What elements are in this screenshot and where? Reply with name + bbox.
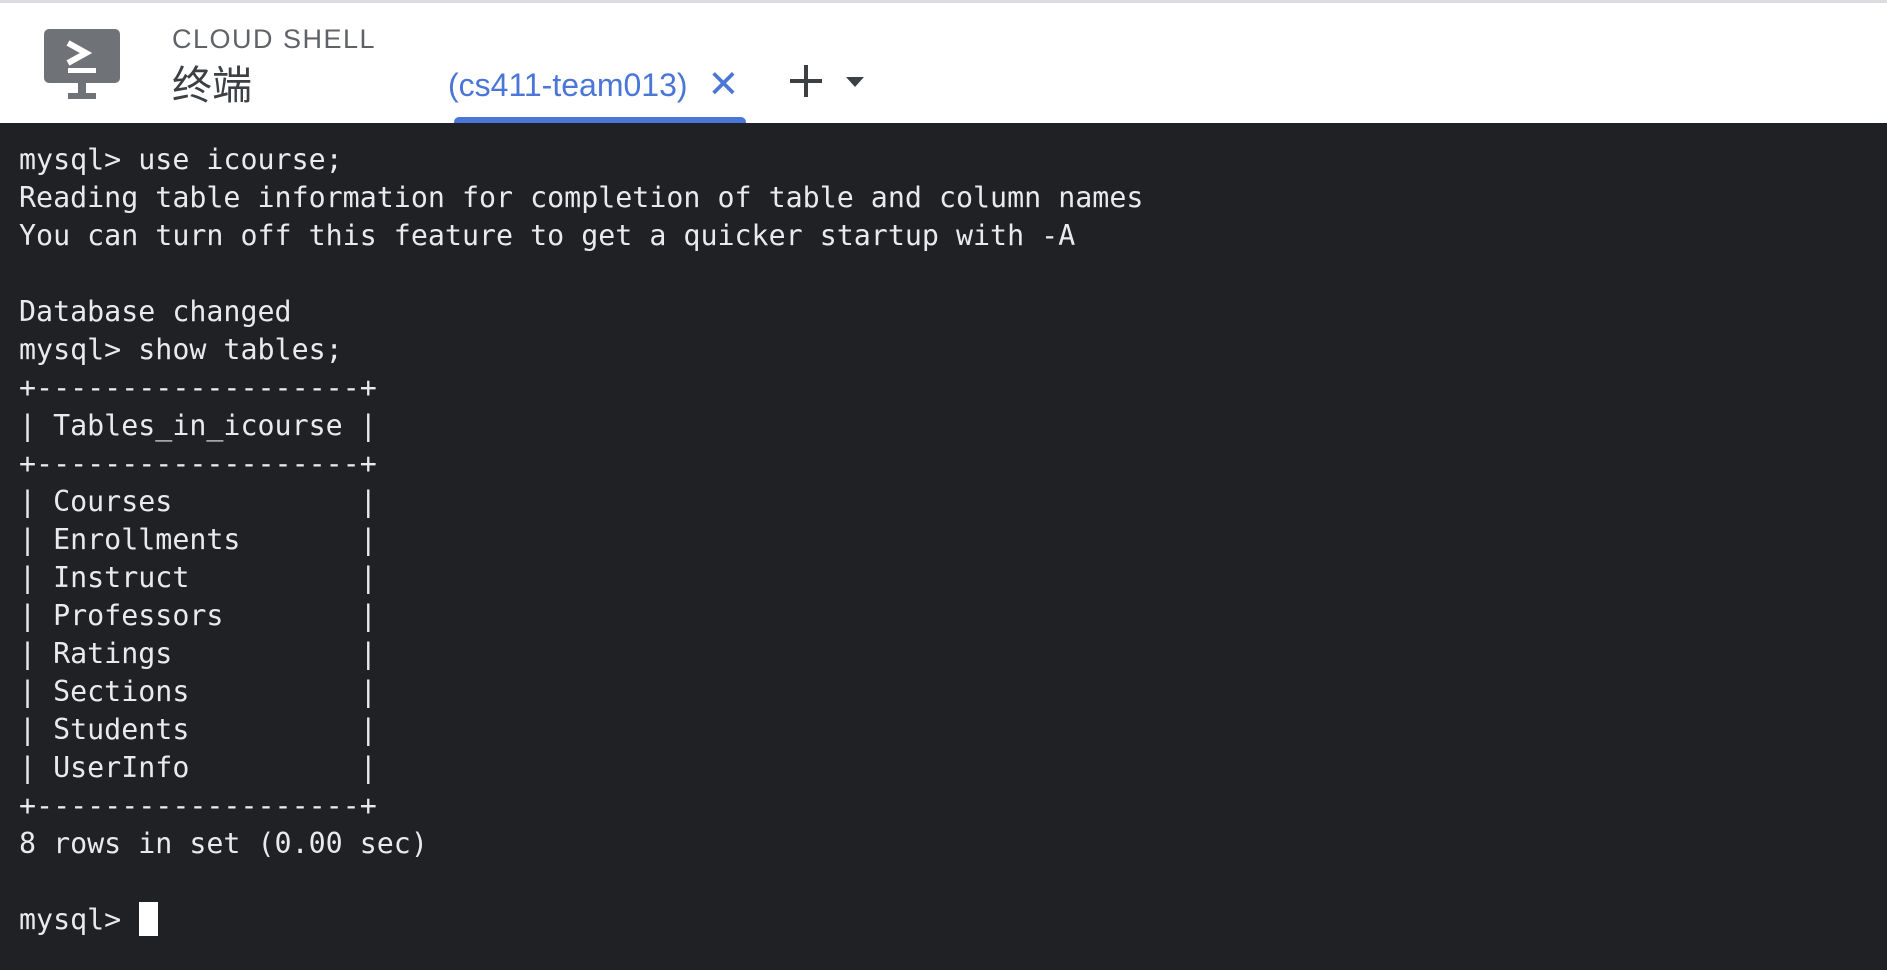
terminal-line: mysql> show tables; [19,333,343,366]
plus-icon[interactable] [788,63,824,99]
terminal-line: You can turn off this feature to get a q… [19,219,1076,252]
brand: CLOUD SHELL 终端 [172,23,376,113]
terminal-line: +-------------------+ [19,371,377,404]
terminal-prompt: mysql> [19,903,122,936]
terminal-line: +-------------------+ [19,789,377,822]
tab-label[interactable]: (cs411-team013) [448,59,688,111]
cloud-shell-header: CLOUD SHELL 终端 (cs411-team013) ✕ [0,0,1887,126]
terminal-line: | Professors | [19,599,377,632]
terminal-line: | UserInfo | [19,751,377,784]
terminal-line: | Tables_in_icourse | [19,409,377,442]
terminal-line: Database changed [19,295,292,328]
terminal-line: | Courses | [19,485,377,518]
brand-eyebrow: CLOUD SHELL [172,24,377,54]
close-icon[interactable]: ✕ [708,59,740,111]
terminal-line: 8 rows in set (0.00 sec) [19,827,428,860]
terminal-line: Reading table information for completion… [19,181,1144,214]
page-title: 终端 [172,64,252,108]
terminal-line: | Sections | [19,675,377,708]
cloud-shell-terminal-icon [44,29,120,99]
terminal-line: | Instruct | [19,561,377,594]
terminal-cursor [139,902,159,936]
tab-cs411-team013[interactable]: (cs411-team013) ✕ [448,59,739,125]
terminal-prompt-line[interactable]: mysql> [19,901,1887,939]
terminal[interactable]: mysql> use icourse; Reading table inform… [0,123,1887,970]
terminal-line: | Ratings | [19,637,377,670]
terminal-line: | Students | [19,713,377,746]
caret-down-icon[interactable] [844,76,866,88]
terminal-line: mysql> use icourse; [19,143,343,176]
terminal-line: | Enrollments | [19,523,377,556]
terminal-line: +-------------------+ [19,447,377,480]
